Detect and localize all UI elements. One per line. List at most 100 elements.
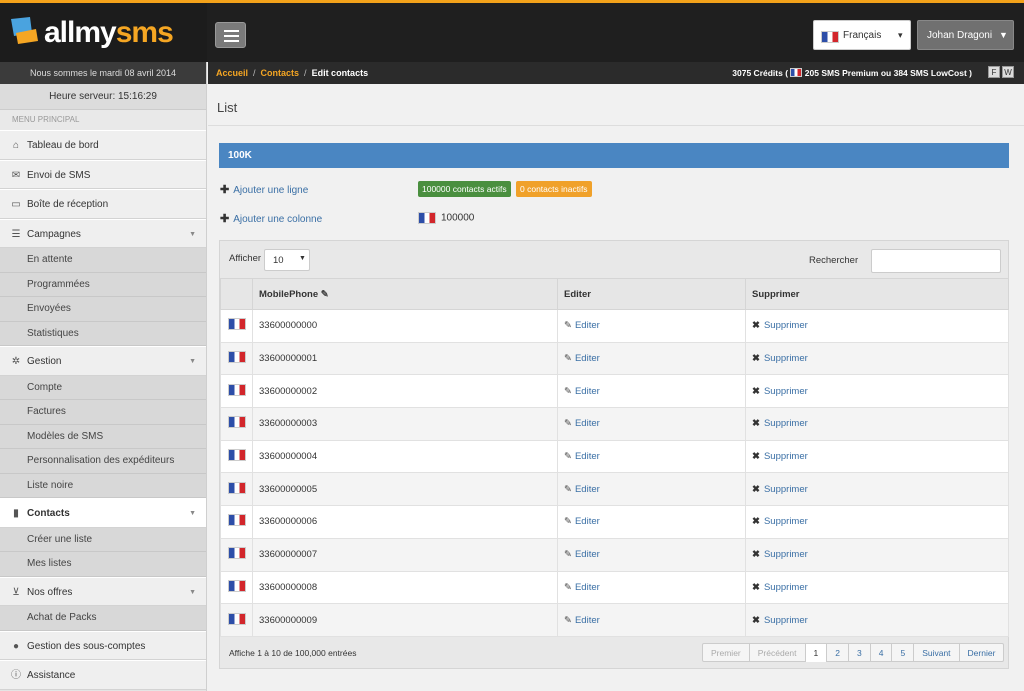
add-row-link[interactable]: ✚ Ajouter une ligne [220,183,308,196]
delete-cell: ✖ Supprimer [745,472,1009,507]
delete-link[interactable]: ✖ Supprimer [752,615,808,626]
delete-link[interactable]: ✖ Supprimer [752,549,808,560]
mobilephone-cell: 33600000004 [252,439,558,474]
edit-link[interactable]: ✎ Editer [564,549,600,560]
delete-cell: ✖ Supprimer [745,603,1009,637]
pager-page-2[interactable]: 2 [827,644,849,662]
delete-link[interactable]: ✖ Supprimer [752,418,808,429]
envelope-icon: ✉ [11,169,21,181]
page-length-select[interactable]: 10 ▼ [264,249,310,271]
edit-link[interactable]: ✎ Editer [564,320,600,331]
sidebar-item-subaccounts[interactable]: ● Gestion des sous-comptes [0,630,206,660]
sidebar-item-send-sms[interactable]: ✉ Envoi de SMS [0,159,206,189]
sidebar-subitem[interactable]: Achat de Packs [0,606,206,631]
country-count: 100000 [418,212,474,224]
pager-page-3[interactable]: 3 [849,644,871,662]
menu-title: MENU PRINCIPAL [0,110,206,130]
delete-cell: ✖ Supprimer [745,505,1009,539]
mobilephone-cell: 33600000003 [252,407,558,441]
edit-link[interactable]: ✎ Editer [564,484,600,495]
logo[interactable]: allmysms [0,3,207,62]
table-row: 33600000003 ✎ Editer ✖ Supprimer [220,407,1009,441]
edit-link[interactable]: ✎ Editer [564,353,600,364]
user-menu-button[interactable]: Johan Dragoni ▼ [917,20,1014,50]
edit-link[interactable]: ✎ Editer [564,451,600,462]
table-row: 33600000009 ✎ Editer ✖ Supprimer [220,603,1009,637]
france-flag-icon [418,212,436,224]
sidebar-subitem[interactable]: En attente [0,248,206,273]
breadcrumb-contacts-link[interactable]: Contacts [261,68,300,78]
delete-cell: ✖ Supprimer [745,407,1009,441]
sidebar-item-assistance[interactable]: ⓘ Assistance [0,660,206,690]
search-input[interactable] [871,249,1001,273]
delete-link[interactable]: ✖ Supprimer [752,451,808,462]
sidebar-subitem[interactable]: Statistiques [0,321,206,346]
add-column-link[interactable]: ✚ Ajouter une colonne [220,212,322,225]
delete-link[interactable]: ✖ Supprimer [752,516,808,527]
pager-page-5[interactable]: 5 [892,644,915,662]
sidebar-subitem[interactable]: Mes listes [0,552,206,577]
sidebar-subitem[interactable]: Créer une liste [0,527,206,552]
sidebar-item-offers[interactable]: ⊻ Nos offres ▼ [0,576,206,606]
list-icon: ☰ [11,228,21,240]
plus-icon: ✚ [220,213,230,225]
search-label: Rechercher [809,255,859,266]
delete-cell: ✖ Supprimer [745,374,1009,409]
sidebar-subitem[interactable]: Factures [0,400,206,425]
edit-link[interactable]: ✎ Editer [564,582,600,593]
delete-link[interactable]: ✖ Supprimer [752,484,808,495]
edit-link[interactable]: ✎ Editer [564,386,600,397]
delete-link[interactable]: ✖ Supprimer [752,582,808,593]
pencil-icon[interactable]: ✎ [321,289,329,300]
sidebar-item-inbox[interactable]: ▭ Boîte de réception [0,189,206,219]
pager-first[interactable]: Premier [703,644,750,662]
sidebar-subitem[interactable]: Envoyées [0,297,206,322]
column-header-delete: Supprimer [745,278,1009,310]
breadcrumb-home-link[interactable]: Accueil [216,68,248,78]
delete-link[interactable]: ✖ Supprimer [752,320,808,331]
sidebar-subitem[interactable]: Programmées [0,272,206,297]
chevron-down-icon: ▾ [898,30,903,40]
edit-link[interactable]: ✎ Editer [564,418,600,429]
france-flag-icon [228,612,246,625]
mobilephone-cell: 33600000008 [252,570,558,605]
pencil-icon: ✎ [564,516,572,528]
pager-next[interactable]: Suivant [914,644,960,662]
panel-heading: 100K [219,143,1009,168]
close-icon: ✖ [752,516,760,528]
sidebar-item-management[interactable]: ✲ Gestion ▼ [0,346,206,376]
sidebar-subitem[interactable]: Modèles de SMS [0,424,206,449]
sidebar-subitem[interactable]: Personnalisation des expéditeurs [0,449,206,474]
f-button[interactable]: F [988,66,1000,78]
sidebar-subitem[interactable]: Compte [0,375,206,400]
column-header-mobilephone[interactable]: MobilePhone ✎ [252,278,558,310]
flag-cell [220,603,253,637]
delete-link[interactable]: ✖ Supprimer [752,353,808,364]
w-button[interactable]: W [1002,66,1014,78]
edit-link[interactable]: ✎ Editer [564,615,600,626]
breadcrumb-current: Edit contacts [311,68,369,78]
sidebar-item-dashboard[interactable]: ⌂ Tableau de bord [0,130,206,160]
info-icon: ⓘ [11,670,21,681]
home-icon: ⌂ [12,140,20,151]
sidebar-subitem[interactable]: Liste noire [0,473,206,498]
edit-cell: ✎ Editer [557,570,746,605]
delete-link[interactable]: ✖ Supprimer [752,386,808,397]
table-row: 33600000005 ✎ Editer ✖ Supprimer [220,472,1009,507]
menu-toggle-button[interactable] [215,22,246,48]
pager-previous[interactable]: Précédent [750,644,806,662]
chevron-down-icon: ▼ [189,358,196,365]
sidebar-item-campaigns[interactable]: ☰ Campagnes ▼ [0,218,206,248]
flag-cell [220,374,253,409]
pager-page-4[interactable]: 4 [871,644,893,662]
chevron-down-icon: ▼ [189,510,196,517]
sidebar-item-contacts[interactable]: ▮ Contacts ▼ [0,498,206,528]
inactive-contacts-badge: 0 contacts inactifs [516,181,592,197]
pager-last[interactable]: Dernier [960,644,1004,662]
edit-cell: ✎ Editer [557,537,746,572]
language-select[interactable]: Français ▾ [813,20,911,50]
edit-cell: ✎ Editer [557,374,746,409]
edit-link[interactable]: ✎ Editer [564,516,600,527]
pager-page-1[interactable]: 1 [805,644,828,662]
table-row: 33600000000 ✎ Editer ✖ Supprimer [220,309,1009,343]
